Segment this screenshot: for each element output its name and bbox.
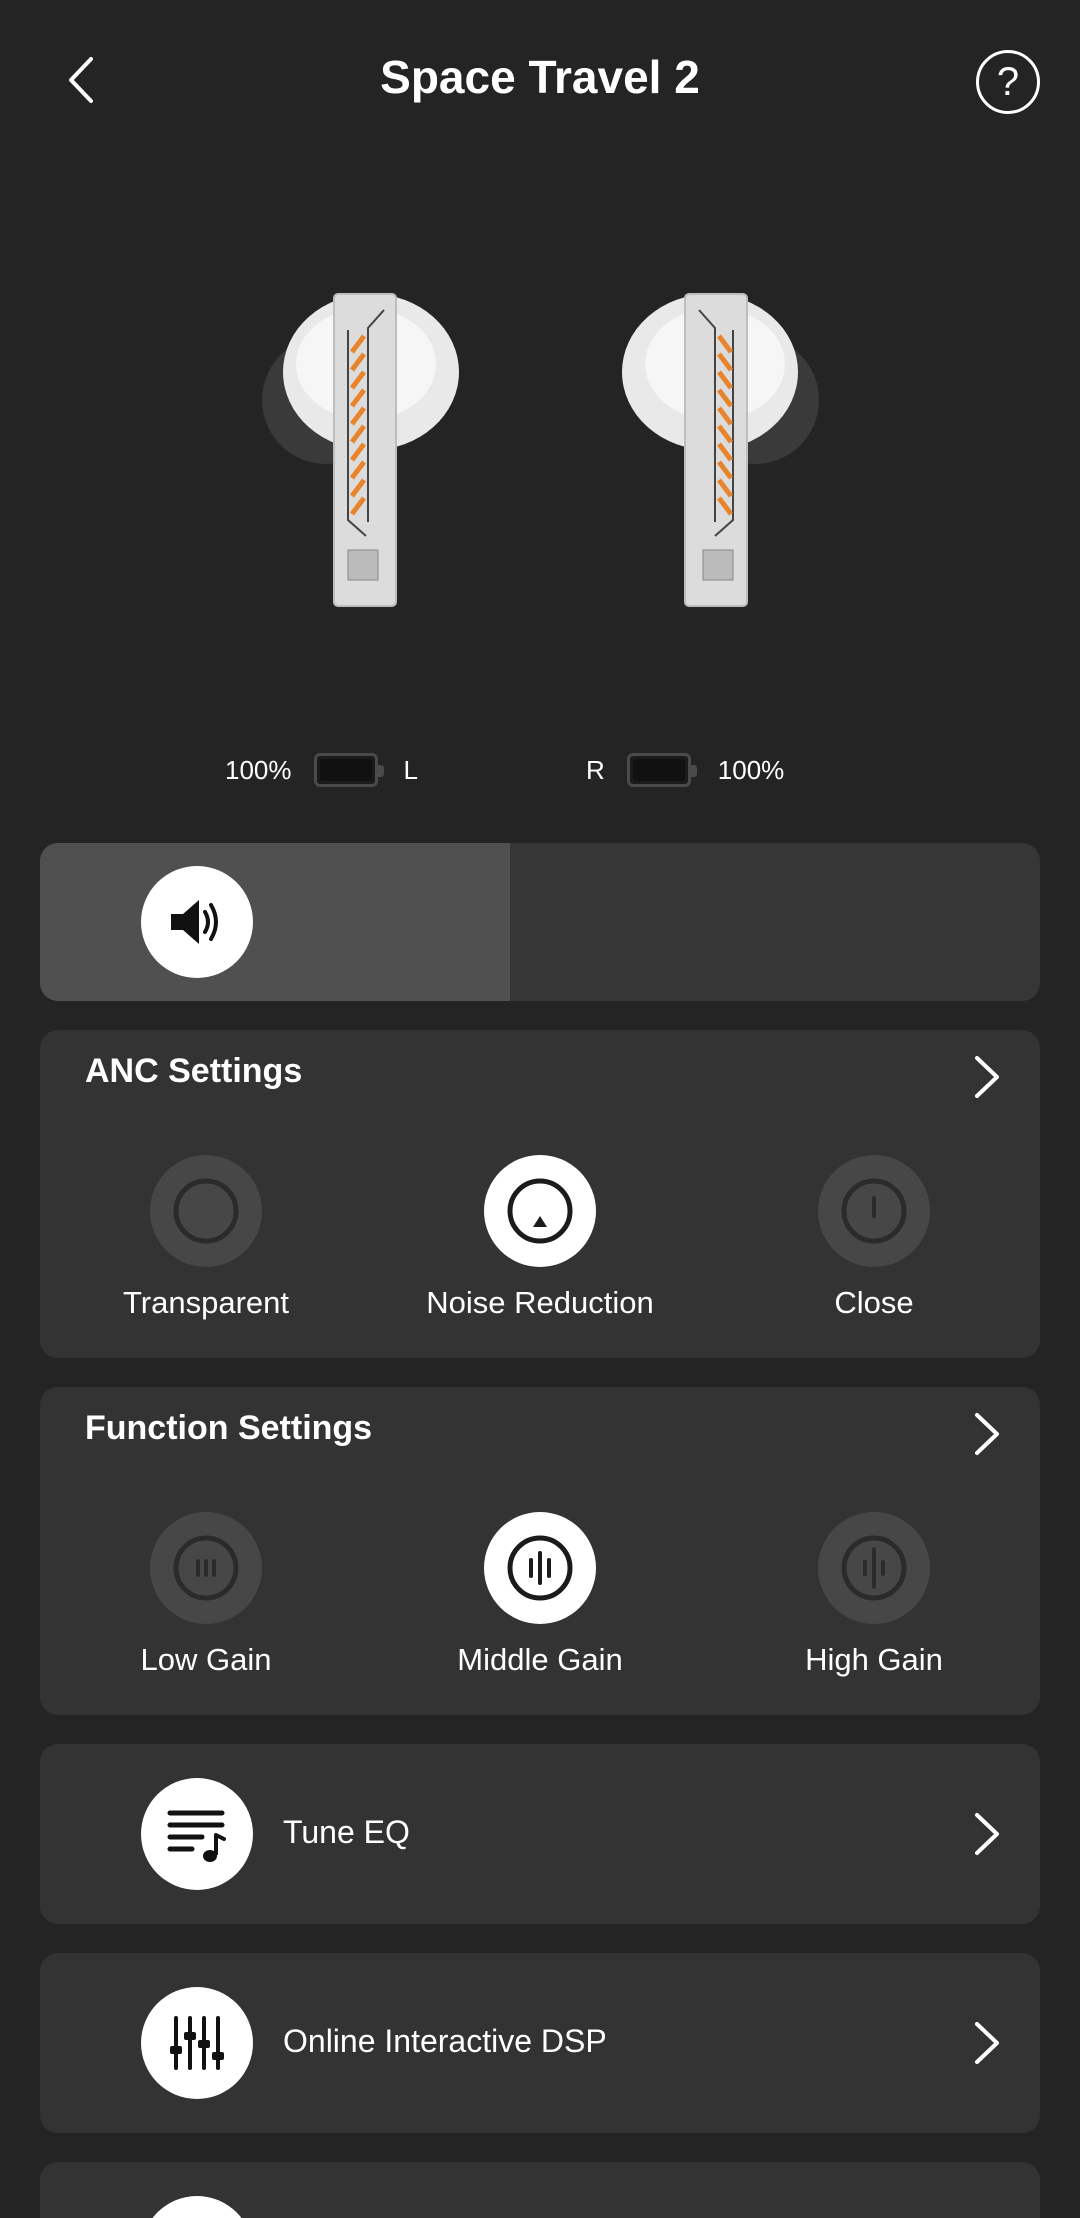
left-side-label: L [403,754,418,785]
next-settings-row[interactable] [40,2162,1040,2218]
function-option-middle-gain[interactable]: Middle Gain [390,1512,690,1678]
anc-option-label: Close [834,1285,914,1320]
chevron-right-icon [975,1813,999,1855]
chevron-right-icon [975,2022,999,2064]
anc-option-label: Noise Reduction [426,1285,654,1320]
help-button[interactable]: ? [976,50,1040,114]
music-list-icon [167,1810,226,1862]
function-option-label: Low Gain [140,1642,272,1677]
right-earbud-image [622,293,819,607]
anc-option-noise-reduction[interactable]: Noise Reduction [390,1155,690,1321]
earbuds-image [0,260,1080,640]
tune-eq-icon-button [141,1778,253,1890]
function-settings-title: Function Settings [85,1409,373,1447]
online-dsp-chevron [972,2018,1002,2068]
right-battery-level [632,759,685,781]
noise-reduction-icon [507,1178,573,1244]
earbuds-settings-page: Space Travel 2 ? 100% L R 100% ANC Setti… [0,0,1080,2218]
right-side-label: R [586,754,605,785]
chevron-right-icon [975,1413,999,1455]
function-settings-more-button[interactable] [972,1409,1002,1459]
anc-option-transparent[interactable]: Transparent [56,1155,356,1321]
noise-reduction-mode-button[interactable] [484,1155,596,1267]
tune-eq-row[interactable]: Tune EQ [40,1744,1040,1924]
online-dsp-label: Online Interactive DSP [283,2023,607,2059]
chevron-right-icon [975,1056,999,1098]
question-icon: ? [996,60,1020,104]
high-gain-icon [841,1535,907,1601]
online-dsp-row[interactable]: Online Interactive DSP [40,1953,1040,2133]
function-settings-card: Function Settings Low Gain Middle Gain H… [40,1387,1040,1715]
left-battery: 100% L [225,753,418,787]
battery-icon [313,753,384,787]
anc-settings-title: ANC Settings [85,1052,303,1090]
battery-status: 100% L R 100% [0,745,1080,795]
speaker-icon [171,900,218,944]
tune-eq-chevron [972,1809,1002,1859]
tune-eq-label: Tune EQ [283,1814,410,1850]
function-option-label: High Gain [805,1642,943,1677]
function-option-low-gain[interactable]: Low Gain [56,1512,356,1678]
close-mode-button[interactable] [818,1155,930,1267]
low-gain-button[interactable] [150,1512,262,1624]
function-option-label: Middle Gain [457,1642,623,1677]
function-option-high-gain[interactable]: High Gain [724,1512,1024,1678]
left-battery-percent: 100% [225,754,292,785]
power-icon [841,1178,907,1244]
right-battery: R 100% [586,753,784,787]
anc-settings-card: ANC Settings Transparent Noise Reduction [40,1030,1040,1358]
header: Space Travel 2 ? [0,0,1080,160]
battery-icon [626,753,697,787]
transparent-icon [173,1178,239,1244]
middle-gain-icon [507,1535,573,1601]
low-gain-icon [173,1535,239,1601]
anc-settings-more-button[interactable] [972,1052,1002,1102]
anc-option-close[interactable]: Close [724,1155,1024,1321]
volume-icon-button [141,866,253,978]
right-battery-percent: 100% [717,754,785,785]
volume-slider[interactable] [40,843,1040,1001]
volume-level-fill [40,843,510,1001]
transparent-mode-button[interactable] [150,1155,262,1267]
middle-gain-button[interactable] [484,1512,596,1624]
page-title: Space Travel 2 [380,51,700,103]
high-gain-button[interactable] [818,1512,930,1624]
left-battery-level [319,759,372,781]
sliders-icon [170,2016,224,2070]
next-row-icon-button [141,2196,253,2218]
left-earbud-image [262,293,459,607]
anc-option-label: Transparent [123,1285,289,1320]
online-dsp-icon-button [141,1987,253,2099]
